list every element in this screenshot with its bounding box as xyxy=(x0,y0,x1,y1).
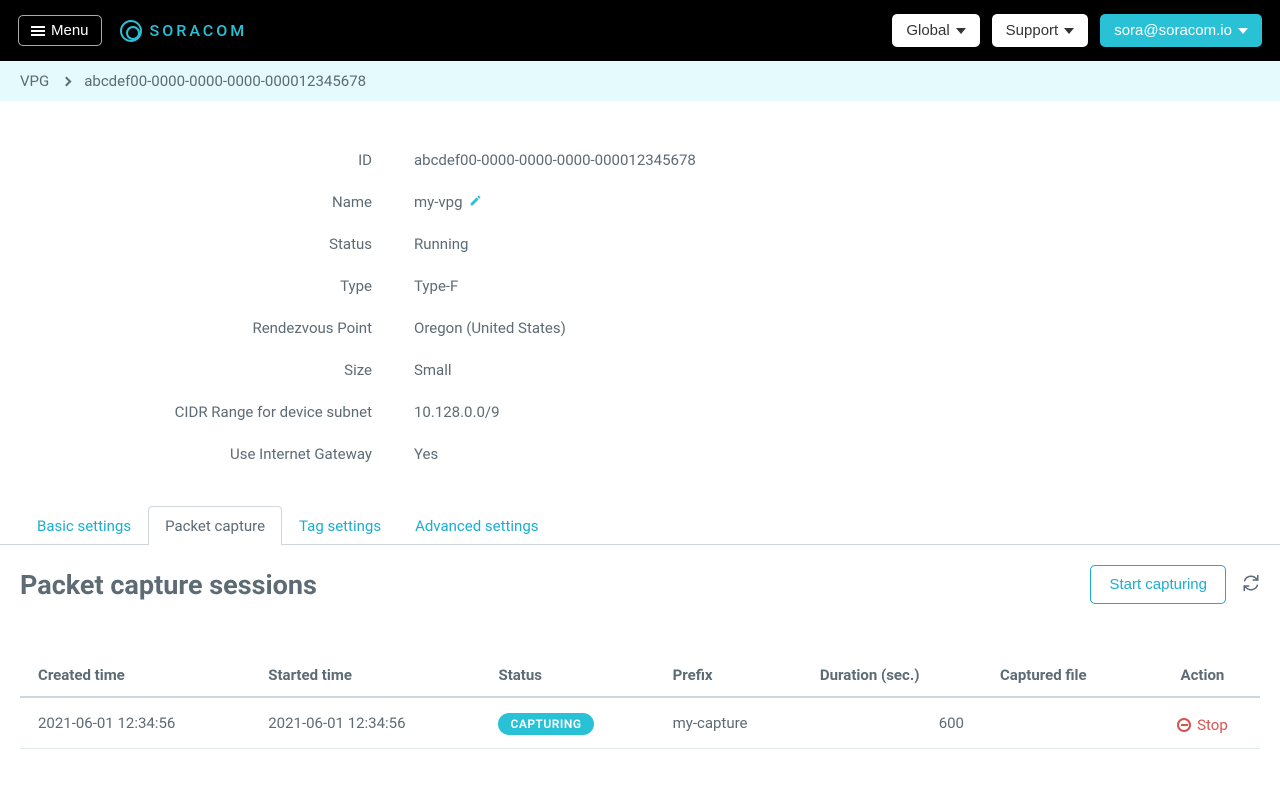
menu-button[interactable]: Menu xyxy=(18,15,102,46)
started-text: 2021-06-01 12:34:56 xyxy=(268,714,405,732)
col-prefix: Prefix xyxy=(655,654,802,697)
top-bar-left: Menu SORACOM xyxy=(18,15,247,46)
stop-icon xyxy=(1177,718,1191,732)
col-status: Status xyxy=(480,654,654,697)
detail-value: Small xyxy=(414,361,452,379)
detail-value: 10.128.0.0/9 xyxy=(414,403,500,421)
prefix-text: my-capture xyxy=(673,714,748,732)
vpg-details: IDabcdef00-0000-0000-0000-000012345678Na… xyxy=(0,101,1280,505)
detail-value: Yes xyxy=(414,445,438,463)
caret-down-icon xyxy=(956,28,966,34)
sessions-table: Created time Started time Status Prefix … xyxy=(20,654,1260,749)
detail-value-text: my-vpg xyxy=(414,193,463,211)
user-email: sora@soracom.io xyxy=(1114,22,1232,39)
cell-started: 2021-06-01 12:34:56 xyxy=(250,697,480,749)
detail-row: SizeSmall xyxy=(20,349,1260,391)
detail-label: ID xyxy=(20,151,414,169)
top-bar-right: Global Support sora@soracom.io xyxy=(892,14,1262,47)
tabs: Basic settingsPacket captureTag settings… xyxy=(0,505,1280,545)
detail-row: TypeType-F xyxy=(20,265,1260,307)
tab-packet-capture[interactable]: Packet capture xyxy=(148,506,282,545)
detail-row: CIDR Range for device subnet10.128.0.0/9 xyxy=(20,391,1260,433)
refresh-icon[interactable] xyxy=(1242,574,1260,596)
table-header-row: Created time Started time Status Prefix … xyxy=(20,654,1260,697)
detail-row: Rendezvous PointOregon (United States) xyxy=(20,307,1260,349)
detail-value-text: abcdef00-0000-0000-0000-000012345678 xyxy=(414,151,696,169)
chevron-right-icon xyxy=(62,76,72,86)
detail-value: Running xyxy=(414,235,468,253)
detail-value: my-vpg xyxy=(414,193,482,211)
detail-label: Name xyxy=(20,193,414,211)
breadcrumb-root[interactable]: VPG xyxy=(20,72,49,90)
detail-value-text: Oregon (United States) xyxy=(414,319,566,337)
menu-label: Menu xyxy=(51,22,89,39)
detail-row: Use Internet GatewayYes xyxy=(20,433,1260,475)
top-bar: Menu SORACOM Global Support sora@soracom… xyxy=(0,0,1280,61)
table-row: 2021-06-01 12:34:56 2021-06-01 12:34:56 CA… xyxy=(20,697,1260,749)
detail-label: Use Internet Gateway xyxy=(20,445,414,463)
edit-icon[interactable] xyxy=(469,193,482,211)
breadcrumb-current: abcdef00-0000-0000-0000-000012345678 xyxy=(84,72,366,90)
detail-value: Oregon (United States) xyxy=(414,319,566,337)
caret-down-icon xyxy=(1238,28,1248,34)
detail-label: CIDR Range for device subnet xyxy=(20,403,414,421)
detail-value: abcdef00-0000-0000-0000-000012345678 xyxy=(414,151,696,169)
support-dropdown[interactable]: Support xyxy=(992,14,1089,47)
tab-advanced-settings[interactable]: Advanced settings xyxy=(398,506,555,545)
col-file: Captured file xyxy=(982,654,1145,697)
sessions-title: Packet capture sessions xyxy=(20,569,317,601)
stop-label: Stop xyxy=(1197,716,1228,734)
detail-value: Type-F xyxy=(414,277,458,295)
cell-file xyxy=(982,697,1145,749)
cell-prefix: my-capture xyxy=(655,697,802,749)
detail-value-text: Yes xyxy=(414,445,438,463)
detail-row: Namemy-vpg xyxy=(20,181,1260,223)
col-duration: Duration (sec.) xyxy=(802,654,982,697)
tab-basic-settings[interactable]: Basic settings xyxy=(20,506,148,545)
tab-tag-settings[interactable]: Tag settings xyxy=(282,506,398,545)
detail-label: Status xyxy=(20,235,414,253)
detail-row: IDabcdef00-0000-0000-0000-000012345678 xyxy=(20,139,1260,181)
detail-value-text: Type-F xyxy=(414,277,458,295)
cell-duration: 600 xyxy=(802,697,982,749)
breadcrumb: VPG abcdef00-0000-0000-0000-000012345678 xyxy=(0,61,1280,101)
detail-row: StatusRunning xyxy=(20,223,1260,265)
col-action: Action xyxy=(1145,654,1260,697)
logo-icon xyxy=(120,20,142,42)
col-created: Created time xyxy=(20,654,250,697)
duration-text: 600 xyxy=(939,714,964,732)
sessions-header: Packet capture sessions Start capturing xyxy=(0,545,1280,604)
logo-text: SORACOM xyxy=(150,21,248,40)
status-badge: CAPTURING xyxy=(498,713,593,735)
global-dropdown[interactable]: Global xyxy=(892,14,979,47)
global-label: Global xyxy=(906,22,949,39)
cell-status: CAPTURING xyxy=(480,697,654,749)
detail-label: Rendezvous Point xyxy=(20,319,414,337)
cell-created: 2021-06-01 12:34:56 xyxy=(20,697,250,749)
detail-label: Size xyxy=(20,361,414,379)
caret-down-icon xyxy=(1064,28,1074,34)
support-label: Support xyxy=(1006,22,1059,39)
created-text: 2021-06-01 12:34:56 xyxy=(38,714,175,732)
logo[interactable]: SORACOM xyxy=(120,20,248,42)
start-capturing-button[interactable]: Start capturing xyxy=(1090,565,1226,604)
sessions-actions: Start capturing xyxy=(1090,565,1260,604)
detail-value-text: Running xyxy=(414,235,468,253)
user-menu[interactable]: sora@soracom.io xyxy=(1100,14,1262,47)
detail-value-text: 10.128.0.0/9 xyxy=(414,403,500,421)
hamburger-icon xyxy=(31,24,45,38)
cell-action: Stop xyxy=(1145,697,1260,749)
stop-button[interactable]: Stop xyxy=(1177,716,1228,734)
detail-value-text: Small xyxy=(414,361,452,379)
detail-label: Type xyxy=(20,277,414,295)
col-started: Started time xyxy=(250,654,480,697)
